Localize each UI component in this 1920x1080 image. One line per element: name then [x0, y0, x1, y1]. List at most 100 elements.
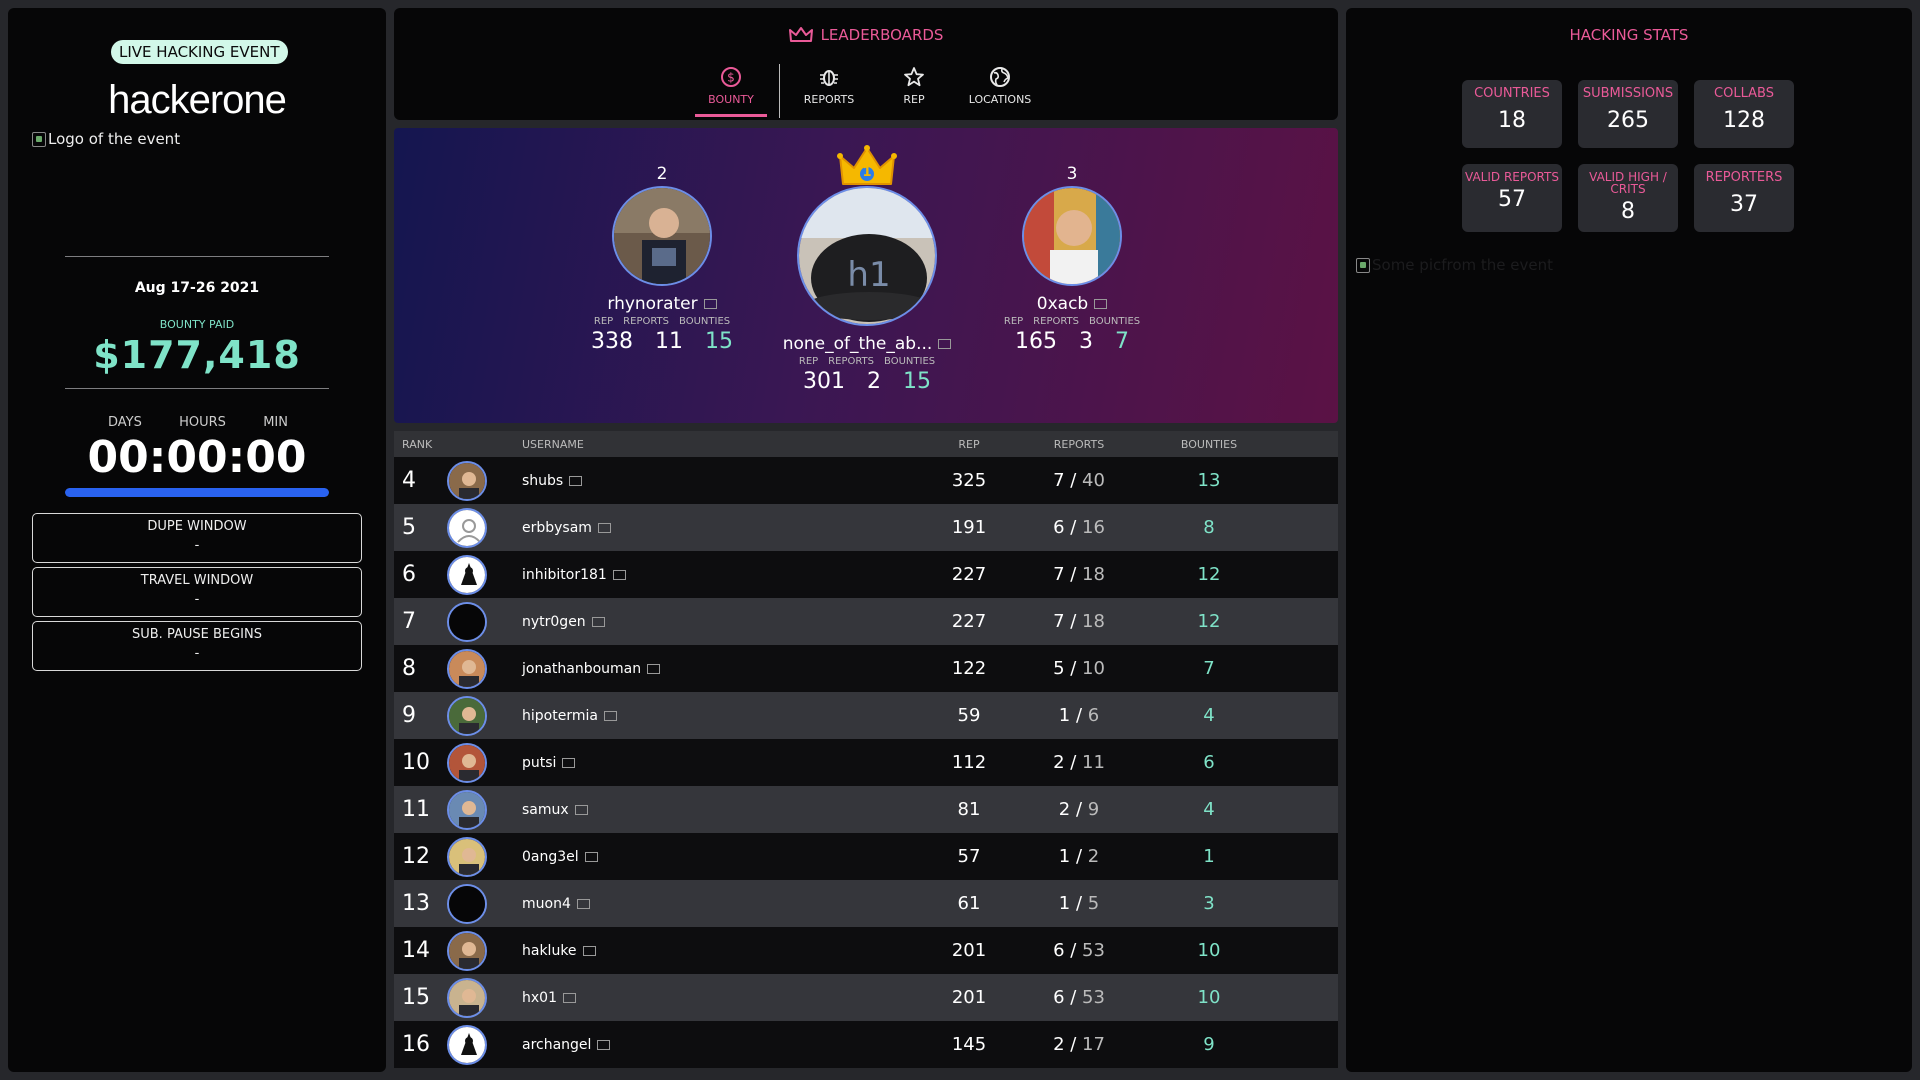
flag-icon	[574, 804, 588, 815]
stat-countries: COUNTRIES 18	[1462, 80, 1562, 148]
tab-bounty[interactable]: $ BOUNTY	[695, 66, 767, 106]
avatar	[447, 883, 487, 924]
dupe-window-title: DUPE WINDOW	[147, 519, 247, 534]
row-rank: 8	[402, 656, 416, 681]
flag-icon	[582, 945, 596, 956]
stat-reporters: REPORTERS 37	[1694, 164, 1794, 232]
row-bounties: 12	[1197, 564, 1221, 585]
podium-username: 0xacb	[1036, 294, 1089, 314]
avatar	[447, 977, 487, 1018]
row-bounties: 1	[1203, 846, 1215, 867]
stat-value: 8	[1621, 199, 1635, 224]
table-row[interactable]: 10 putsi 11 2 2 / 11 6	[394, 739, 1338, 786]
reports-valid: 2	[1053, 1034, 1065, 1055]
reports-valid: 7	[1053, 611, 1065, 632]
table-row[interactable]: 4 shubs 325 7 / 40 13	[394, 457, 1338, 504]
event-logo-image: Logo of the event	[32, 130, 180, 148]
tab-separator	[779, 64, 780, 118]
reports-valid: 2	[1058, 799, 1071, 820]
flag-icon	[569, 475, 583, 486]
tab-bounty-label: BOUNTY	[708, 93, 754, 106]
reports-header: REPORTS	[623, 316, 670, 327]
tab-reports[interactable]: REPORTS	[793, 66, 865, 106]
countdown-hours-label: HOURS	[179, 415, 226, 430]
avatar	[1022, 186, 1122, 286]
divider	[65, 388, 329, 389]
table-row[interactable]: 6 inhibitor181 227 7 / 18 12	[394, 551, 1338, 598]
rep-header: REP	[1003, 316, 1024, 327]
reports-valid: 1	[1058, 893, 1071, 914]
row-reports: 2 / 11	[1053, 752, 1105, 773]
row-username: nytr0gen	[522, 613, 586, 630]
avatar	[447, 460, 487, 501]
podium-second[interactable]: 2 rhynorater REP REPORTS BOUNTIES 338 11…	[562, 164, 762, 354]
table-row[interactable]: 5 erbbysam 191 6 / 16 8	[394, 504, 1338, 551]
dollar-circle-icon: $	[721, 67, 741, 87]
stat-label: COLLABS	[1714, 86, 1774, 101]
table-row[interactable]: 8 jonathanbouman 122 5 / 10 7	[394, 645, 1338, 692]
svg-text:h1: h1	[847, 255, 890, 295]
podium-username: none_of_the_ab...	[782, 334, 933, 354]
table-row[interactable]: 7 nytr0gen 227 7 / 18 12	[394, 598, 1338, 645]
row-rank: 12	[402, 844, 430, 869]
event-picture: Some picfrom the event	[1356, 256, 1553, 274]
hacking-stats-panel: HACKING STATS COUNTRIES 18 SUBMISSIONS 2…	[1346, 8, 1912, 1072]
crown-badge: 1	[752, 145, 982, 186]
flag-icon	[591, 616, 605, 627]
table-row[interactable]: 15 hx01 201 6 / 53 10	[394, 974, 1338, 1021]
reports-column-header: REPORTS	[1053, 437, 1105, 451]
tab-rep[interactable]: REP	[878, 66, 950, 106]
avatar	[447, 554, 487, 595]
row-bounties: 3	[1203, 893, 1215, 914]
stat-value: 57	[1498, 187, 1526, 212]
table-row[interactable]: 11 samux 81 2 / 94	[394, 786, 1338, 833]
row-rank: 4	[402, 468, 416, 493]
row-reports: 1 / 6	[1058, 705, 1100, 726]
row-reports: 1 / 2	[1058, 846, 1100, 867]
broken-image-icon	[32, 131, 46, 147]
table-row[interactable]: 12 0ang3el 57 1 / 21	[394, 833, 1338, 880]
row-username: shubs	[522, 472, 564, 489]
stat-collabs: COLLABS 128	[1694, 80, 1794, 148]
stat-label: SUBMISSIONS	[1582, 86, 1674, 101]
table-row[interactable]: 9 hipotermia 59 1 / 64	[394, 692, 1338, 739]
event-dates: Aug 17-26 2021	[134, 280, 260, 296]
row-username: 0ang3el	[522, 848, 579, 865]
reports-total: 53	[1082, 987, 1105, 1008]
table-row[interactable]: 14 hakluke 201 6 / 53 10	[394, 927, 1338, 974]
podium-reports: 11	[655, 329, 683, 354]
table-body: 4 shubs 3 2 5 7 / 40 13 5 erbbysam 1 9 1 6 / 16 8 6 inh…	[394, 457, 1338, 1068]
star-icon	[904, 67, 924, 87]
tab-locations[interactable]: LOCATIONS	[955, 66, 1045, 106]
svg-text:$: $	[727, 71, 735, 85]
travel-window-value: -	[194, 592, 200, 607]
row-reports: 2 / 17	[1053, 1034, 1105, 1055]
podium-rank: 1	[862, 165, 872, 180]
sub-pause-title: SUB. PAUSE BEGINS	[132, 627, 262, 642]
row-username: hx01	[522, 989, 557, 1006]
row-bounties: 4	[1203, 799, 1215, 820]
live-event-badge: LIVE HACKING EVENT	[111, 40, 288, 64]
table-row[interactable]: 16 archangel 145 2 / 17 9	[394, 1021, 1338, 1068]
reports-valid: 7	[1053, 470, 1065, 491]
row-username: archangel	[522, 1036, 592, 1053]
travel-window-box: TRAVEL WINDOW -	[32, 567, 362, 617]
row-bounties: 9	[1203, 1034, 1215, 1055]
podium-third[interactable]: 3 0xacb REP REPORTS BOUNTIES 165 3 7	[972, 164, 1172, 354]
stat-value: 18	[1498, 108, 1526, 133]
avatar	[447, 507, 487, 548]
row-reports: 6 / 53	[1053, 987, 1105, 1008]
bounties-header: BOUNTIES	[679, 316, 731, 327]
table-row[interactable]: 13 muon4 61 1 / 53	[394, 880, 1338, 927]
stat-value: 128	[1723, 108, 1765, 133]
podium-username: rhynorater	[607, 294, 698, 314]
top-three-podium: 2 rhynorater REP REPORTS BOUNTIES 338 11…	[394, 128, 1338, 423]
row-reports: 1 / 5	[1058, 893, 1100, 914]
podium-first[interactable]: 1 h1 none_of_the_ab... REP REPORTS BOUNT…	[752, 145, 982, 394]
flag-icon	[597, 1039, 611, 1050]
reports-total: 2	[1087, 846, 1100, 867]
sub-pause-box: SUB. PAUSE BEGINS -	[32, 621, 362, 671]
reports-total: 11	[1082, 752, 1105, 773]
rep-header: REP	[593, 316, 614, 327]
reports-total: 17	[1082, 1034, 1105, 1055]
